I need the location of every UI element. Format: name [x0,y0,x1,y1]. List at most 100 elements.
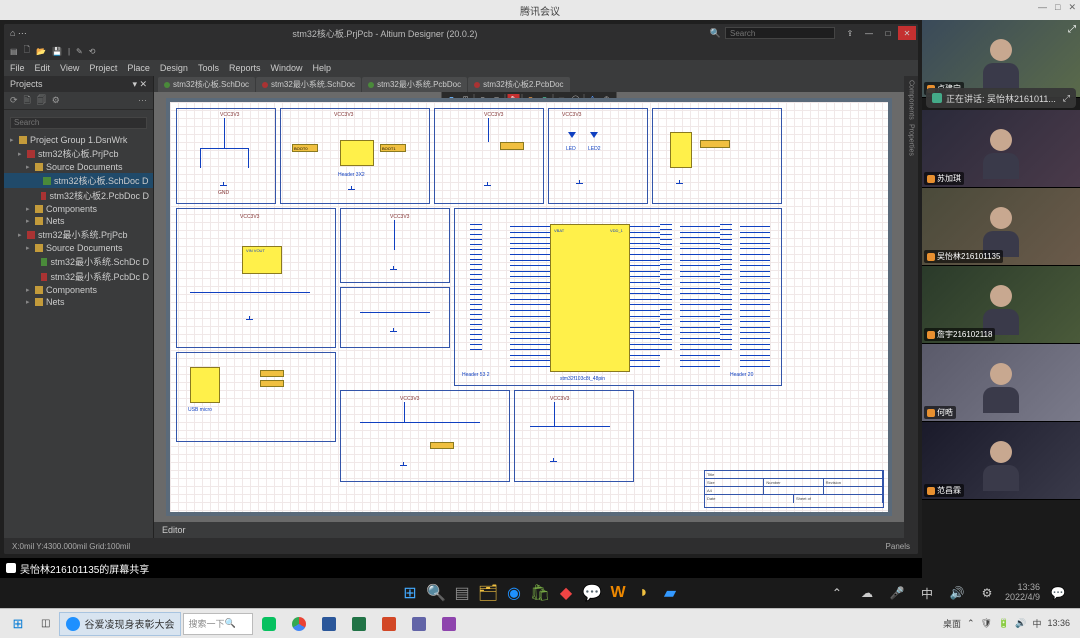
taskbar-excel-icon[interactable] [345,612,373,636]
mic-status-icon [927,253,935,261]
participant-tile[interactable]: 吴怡林216101135 [922,188,1080,266]
altium-search-input[interactable] [725,27,835,39]
ie-icon [66,617,80,631]
menu-reports[interactable]: Reports [229,63,261,73]
tb-app1-icon[interactable]: ◆ [555,582,577,604]
tree-node[interactable]: ▸stm32最小系统.PrjPcb [4,227,153,242]
participant-tile[interactable]: ⤢卢建宁 [922,20,1080,98]
altium-share-icon[interactable]: ⇪ [841,26,859,40]
tb-app3-icon[interactable]: ◗ [633,582,655,604]
mcu-stm32 [550,224,630,372]
participant-tile[interactable]: 范昌霖 [922,422,1080,500]
tree-node[interactable]: ▸Source Documents [4,161,153,173]
show-desktop[interactable]: 桌面 [943,617,961,630]
document-tab[interactable]: stm32核心板2.PcbDoc [468,77,569,92]
meeting-window-title: 腾讯会议 — □ ✕ [0,0,1080,20]
taskbar-app2-icon[interactable] [435,612,463,636]
connector [670,132,692,168]
projects-toolbar: ⟳🗎🗐⚙⋯ [4,92,153,110]
tb-home-icon[interactable]: ⊞ [399,582,421,604]
menu-edit[interactable]: Edit [35,63,51,73]
gnd-symbol [220,182,228,188]
tb-edge-icon[interactable]: ◉ [503,582,525,604]
tray-notif-icon[interactable]: 💬 [1046,582,1070,604]
tree-node[interactable]: ▸Components [4,284,153,296]
port-reset [500,142,524,150]
tree-node[interactable]: stm32核心板2.PcbDoc D [4,188,153,203]
start-button[interactable]: ⊞ [4,612,32,636]
projects-panel-title: Projects [10,79,43,89]
right-dock-strip[interactable]: ComponentsProperties [904,76,918,538]
mic-status-icon [927,487,935,495]
tb-app2-icon[interactable]: W [607,582,629,604]
tree-node[interactable]: ▸Source Documents [4,242,153,254]
projects-tree[interactable]: ▸Project Group 1.DsnWrk▸stm32核心板.PrjPcb▸… [4,132,153,538]
menu-help[interactable]: Help [312,63,331,73]
menu-file[interactable]: File [10,63,25,73]
altium-close-icon[interactable]: ✕ [898,26,916,40]
altium-min-icon[interactable]: — [860,26,878,40]
tree-node[interactable]: ▸Components [4,203,153,215]
tree-node[interactable]: ▸Nets [4,296,153,308]
meeting-close-icon[interactable]: ✕ [1068,2,1076,13]
meeting-maximize-icon[interactable]: □ [1055,2,1060,13]
tree-node[interactable]: ▸stm32核心板.PrjPcb [4,146,153,161]
led-icon [590,132,598,138]
banner-expand-icon[interactable]: ⤢ [1063,93,1070,104]
taskbar-word-icon[interactable] [315,612,343,636]
tb-tasks-icon[interactable]: ▤ [451,582,473,604]
header-left [470,222,482,352]
taskbar-search[interactable]: 搜索一下 🔍 [183,613,253,635]
tb-meeting-icon[interactable]: ▰ [659,582,681,604]
altium-max-icon[interactable]: □ [879,26,897,40]
tree-node[interactable]: stm32最小系统.SchDc D [4,254,153,269]
taskbar-ppt-icon[interactable] [375,612,403,636]
windows-taskbar: ⊞ ◫ 谷爱凌现身表彰大会 搜索一下 🔍 桌面 ⌃🛡🔋🔊中 13:36 [0,608,1080,638]
task-view-icon[interactable]: ◫ [34,612,57,636]
title-block: Title SizeNumberRevision A4 DateSheet of [704,470,884,508]
net-label-vcc: VCC3V3 [220,112,239,118]
tray-mic-icon[interactable]: 🎤 [885,582,909,604]
altium-menu-bar: File Edit View Project Place Design Tools Repor… [4,60,918,76]
tray-up-icon[interactable]: ⌃ [825,582,849,604]
tray-cloud-icon[interactable]: ☁ [855,582,879,604]
panels-button[interactable]: Panels [886,542,910,551]
meeting-minimize-icon[interactable]: — [1038,2,1047,13]
tray-settings-icon[interactable]: ⚙ [975,582,999,604]
menu-tools[interactable]: Tools [198,63,219,73]
participant-tile[interactable]: 何晧 [922,344,1080,422]
menu-design[interactable]: Design [160,63,188,73]
taskbar-chrome-icon[interactable] [285,612,313,636]
tb-store-icon[interactable]: 🛍 [529,582,551,604]
expand-icon[interactable]: ⤢ [1068,24,1076,35]
document-tab[interactable]: stm32核心板.SchDoc [158,77,255,92]
tree-node[interactable]: stm32核心板.SchDoc D [4,173,153,188]
system-clock[interactable]: 13:362022/4/9 [1005,583,1040,603]
taskbar-wechat-icon[interactable] [255,612,283,636]
participant-name: 詹宇216102118 [924,328,995,341]
tree-node[interactable]: ▸Nets [4,215,153,227]
schematic-canvas[interactable]: ▼⊞≡≣ ✎ ■■ ▭◯A⊕ [154,92,904,522]
mic-status-icon [927,175,935,183]
menu-window[interactable]: Window [270,63,302,73]
tree-node[interactable]: ▸Project Group 1.DsnWrk [4,134,153,146]
tray-ime-icon[interactable]: 中 [915,582,939,604]
tb-files-icon[interactable]: 🗂 [477,582,499,604]
usb-connector [190,367,220,403]
menu-place[interactable]: Place [127,63,150,73]
tb-search-icon[interactable]: 🔍 [425,582,447,604]
projects-search-input[interactable] [10,117,147,129]
document-tab[interactable]: stm32最小系统.PcbDoc [362,77,467,92]
tree-node[interactable]: stm32最小系统.PcbDc D [4,269,153,284]
menu-view[interactable]: View [60,63,79,73]
participant-tile[interactable]: 詹宇216102118 [922,266,1080,344]
participant-tile[interactable]: 苏加琪 [922,110,1080,188]
editor-tab[interactable]: Editor [162,525,186,535]
taskbar-app-icon[interactable] [405,612,433,636]
taskbar-browser[interactable]: 谷爱凌现身表彰大会 [59,612,181,636]
meeting-toolbar: ⊞ 🔍 ▤ 🗂 ◉ 🛍 ◆ 💬 W ◗ ▰ ⌃ ☁ 🎤 中 🔊 ⚙ 13:362… [0,578,1080,608]
menu-project[interactable]: Project [89,63,117,73]
document-tab[interactable]: stm32最小系统.SchDoc [256,77,361,92]
tray-vol-icon[interactable]: 🔊 [945,582,969,604]
tb-wechat-icon[interactable]: 💬 [581,582,603,604]
